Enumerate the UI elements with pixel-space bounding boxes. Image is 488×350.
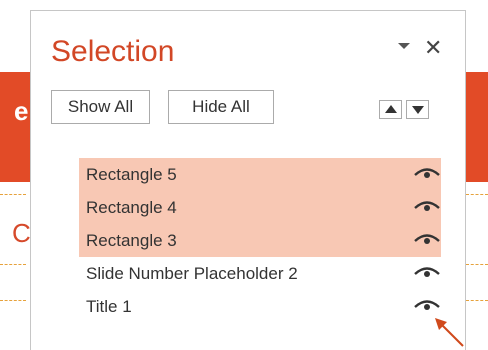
list-item-label: Title 1 <box>86 297 132 316</box>
hide-all-button[interactable]: Hide All <box>168 90 274 124</box>
close-icon[interactable]: ✕ <box>424 33 442 63</box>
send-backward-button[interactable] <box>406 100 429 119</box>
slide-title-letter: e <box>14 96 29 126</box>
list-item[interactable]: Rectangle 4 <box>79 191 441 224</box>
slide-placeholder-border <box>0 194 26 195</box>
slide-title-bar-left <box>0 72 30 182</box>
pane-title: Selection <box>51 35 175 68</box>
eye-icon[interactable] <box>413 199 441 215</box>
list-item-label: Rectangle 5 <box>86 165 177 184</box>
list-item[interactable]: Rectangle 5 <box>79 158 441 191</box>
slide-letter-o: C <box>12 218 31 248</box>
annotation-arrow-icon <box>435 318 464 347</box>
slide-placeholder-border <box>466 194 488 195</box>
chevron-down-icon[interactable] <box>398 43 410 49</box>
bring-forward-button[interactable] <box>379 100 402 119</box>
eye-icon[interactable] <box>413 265 441 281</box>
eye-icon[interactable] <box>413 232 441 248</box>
selection-pane: Selection ✕ Show All Hide All Rectangle … <box>30 10 466 350</box>
slide-placeholder-border <box>0 264 26 265</box>
triangle-down-icon <box>412 106 424 114</box>
slide-placeholder-border <box>466 300 488 301</box>
triangle-up-icon <box>385 105 397 113</box>
list-item-label: Slide Number Placeholder 2 <box>86 264 298 283</box>
list-item[interactable]: Rectangle 3 <box>79 224 441 257</box>
show-all-button[interactable]: Show All <box>51 90 150 124</box>
eye-icon[interactable] <box>413 166 441 182</box>
slide-placeholder-border <box>0 300 26 301</box>
list-item-label: Rectangle 3 <box>86 231 177 250</box>
slide-title-bar-right <box>466 72 488 182</box>
selection-list: Rectangle 5 Rectangle 4 Rectangle 3 Slide N… <box>79 158 441 323</box>
list-item[interactable]: Slide Number Placeholder 2 <box>79 257 441 290</box>
list-item[interactable]: Title 1 <box>79 290 441 323</box>
list-item-label: Rectangle 4 <box>86 198 177 217</box>
slide-placeholder-border <box>466 264 488 265</box>
eye-icon[interactable] <box>413 298 441 314</box>
